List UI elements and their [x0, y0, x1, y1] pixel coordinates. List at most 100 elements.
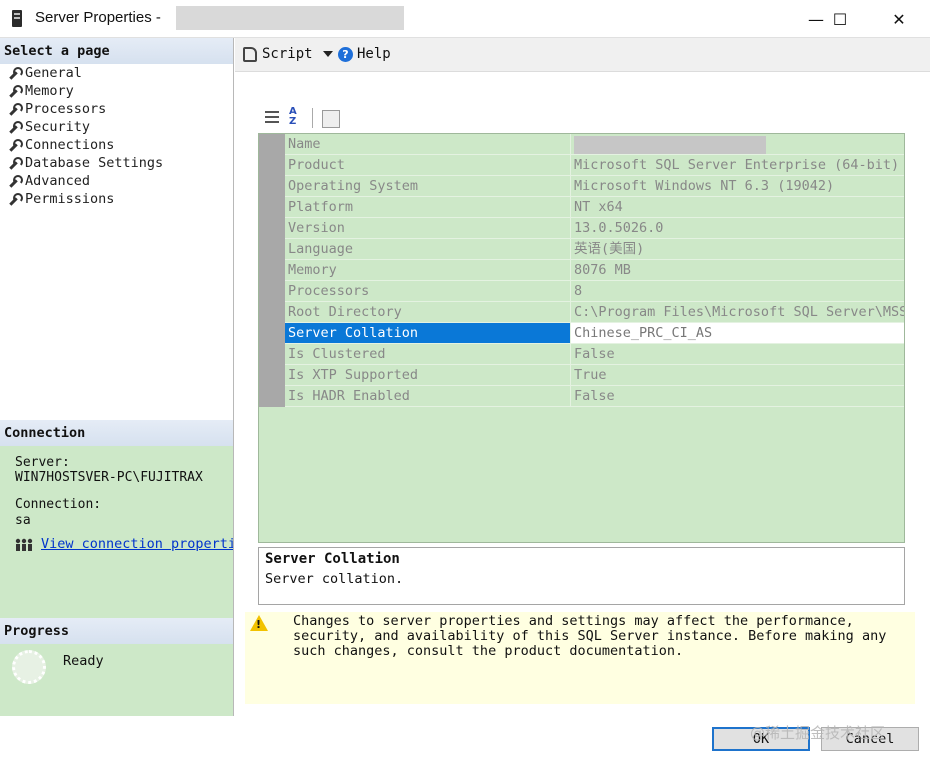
property-pages-icon[interactable] [319, 107, 341, 129]
property-row[interactable]: Is Clustered False [285, 344, 904, 365]
property-row[interactable]: Is XTP Supported True [285, 365, 904, 386]
progress-panel: Ready [0, 644, 233, 716]
close-button[interactable]: ✕ [876, 0, 922, 38]
property-name[interactable]: Is HADR Enabled [285, 386, 571, 407]
property-grid: Name Product Microsoft SQL Server Enterpri… [258, 133, 905, 543]
page-item-label: Advanced [25, 173, 91, 189]
property-row[interactable]: Platform NT x64 [285, 197, 904, 218]
property-name[interactable]: Processors [285, 281, 571, 302]
property-name[interactable]: Root Directory [285, 302, 571, 323]
page-item-label: General [25, 65, 82, 81]
page-item-label: Memory [25, 83, 74, 99]
page-item-label: Processors [25, 101, 107, 117]
connection-value: sa [15, 513, 31, 528]
progress-status: Ready [63, 653, 104, 669]
server-label: Server: [15, 455, 70, 470]
property-row[interactable]: Language 英语(美国) [285, 239, 904, 260]
page-item-label: Security [25, 119, 91, 135]
title-bar: Server Properties - — ☐ ✕ [0, 0, 930, 38]
page-item-connections[interactable]: Connections [0, 136, 233, 154]
page-item-processors[interactable]: Processors [0, 100, 233, 118]
script-button[interactable]: Script [243, 46, 333, 62]
alphabetical-sort-icon[interactable]: AZ [286, 107, 308, 129]
wrench-icon [8, 67, 23, 79]
property-row[interactable]: Version 13.0.5026.0 [285, 218, 904, 239]
property-value[interactable]: Chinese_PRC_CI_AS [571, 323, 904, 344]
toolbar-divider [312, 108, 313, 128]
property-name[interactable]: Version [285, 218, 571, 239]
property-row[interactable]: Server Collation Chinese_PRC_CI_AS [285, 323, 904, 344]
description-text: Server collation. [265, 571, 404, 587]
script-label: Script [262, 46, 313, 62]
property-value[interactable]: NT x64 [571, 197, 904, 218]
redacted-server-name [176, 6, 404, 30]
property-value[interactable]: 8076 MB [571, 260, 904, 281]
progress-header: Progress [0, 618, 233, 644]
page-item-general[interactable]: General [0, 64, 233, 82]
wrench-icon [8, 121, 23, 133]
property-row[interactable]: Root Directory C:\Program Files\Microsoft… [285, 302, 904, 323]
property-name[interactable]: Product [285, 155, 571, 176]
property-row[interactable]: Operating System Microsoft Windows NT 6.3… [285, 176, 904, 197]
view-connection-properties-link[interactable]: View connection properties [41, 536, 233, 552]
help-icon: ? [338, 46, 353, 62]
server-value: WIN7HOSTSVER-PC\FUJITRAX [15, 470, 203, 485]
property-value[interactable]: False [571, 386, 904, 407]
page-item-advanced[interactable]: Advanced [0, 172, 233, 190]
property-name[interactable]: Is Clustered [285, 344, 571, 365]
page-item-label: Database Settings [25, 155, 164, 171]
description-title: Server Collation [265, 551, 400, 567]
server-icon [12, 10, 22, 27]
property-name[interactable]: Platform [285, 197, 571, 218]
help-button[interactable]: ? Help [338, 46, 391, 62]
left-pane: Select a page General Memory Processors Sec… [0, 38, 234, 716]
wrench-icon [8, 175, 23, 187]
help-label: Help [357, 46, 391, 62]
maximize-button[interactable]: ☐ [817, 0, 863, 38]
property-value[interactable]: 英语(美国) [571, 239, 904, 260]
categorized-icon[interactable] [262, 107, 284, 129]
property-name[interactable]: Name [285, 134, 571, 155]
page-item-permissions[interactable]: Permissions [0, 190, 233, 208]
page-item-security[interactable]: Security [0, 118, 233, 136]
property-name[interactable]: Is XTP Supported [285, 365, 571, 386]
watermark: @稀土掘金技术社区 [750, 724, 886, 742]
property-value[interactable]: 8 [571, 281, 904, 302]
property-name[interactable]: Operating System [285, 176, 571, 197]
script-icon [243, 46, 257, 62]
page-item-label: Connections [25, 137, 115, 153]
property-value[interactable]: 13.0.5026.0 [571, 218, 904, 239]
property-value[interactable]: True [571, 365, 904, 386]
property-value[interactable]: C:\Program Files\Microsoft SQL Server\MS… [571, 302, 904, 323]
wrench-icon [8, 193, 23, 205]
wrench-icon [8, 103, 23, 115]
property-row[interactable]: Is HADR Enabled False [285, 386, 904, 407]
chevron-down-icon[interactable] [322, 51, 333, 57]
main-toolbar: Script ? Help [235, 38, 930, 72]
wrench-icon [8, 157, 23, 169]
property-name[interactable]: Server Collation [285, 323, 571, 344]
property-row[interactable]: Name [285, 134, 904, 155]
property-value[interactable]: Microsoft Windows NT 6.3 (19042) [571, 176, 904, 197]
property-value[interactable]: False [571, 344, 904, 365]
property-row[interactable]: Memory 8076 MB [285, 260, 904, 281]
progress-spinner-icon [12, 650, 46, 684]
property-value[interactable] [571, 134, 904, 155]
wrench-icon [8, 139, 23, 151]
warning-panel: ! Changes to server properties and setti… [245, 612, 915, 704]
grid-rows: Name Product Microsoft SQL Server Enterpri… [285, 134, 904, 407]
page-item-memory[interactable]: Memory [0, 82, 233, 100]
property-value[interactable]: Microsoft SQL Server Enterprise (64-bit) [571, 155, 904, 176]
connection-label: Connection: [15, 497, 102, 512]
property-row[interactable]: Processors 8 [285, 281, 904, 302]
connection-header: Connection [0, 420, 233, 446]
connection-panel: Server: WIN7HOSTSVER-PC\FUJITRAX Connect… [0, 446, 233, 618]
window-title: Server Properties - [35, 9, 161, 26]
property-name[interactable]: Language [285, 239, 571, 260]
warning-text: Changes to server properties and setting… [293, 613, 887, 659]
page-item-label: Permissions [25, 191, 115, 207]
property-name[interactable]: Memory [285, 260, 571, 281]
warning-icon: ! [250, 615, 268, 631]
property-row[interactable]: Product Microsoft SQL Server Enterprise (… [285, 155, 904, 176]
page-item-database-settings[interactable]: Database Settings [0, 154, 233, 172]
